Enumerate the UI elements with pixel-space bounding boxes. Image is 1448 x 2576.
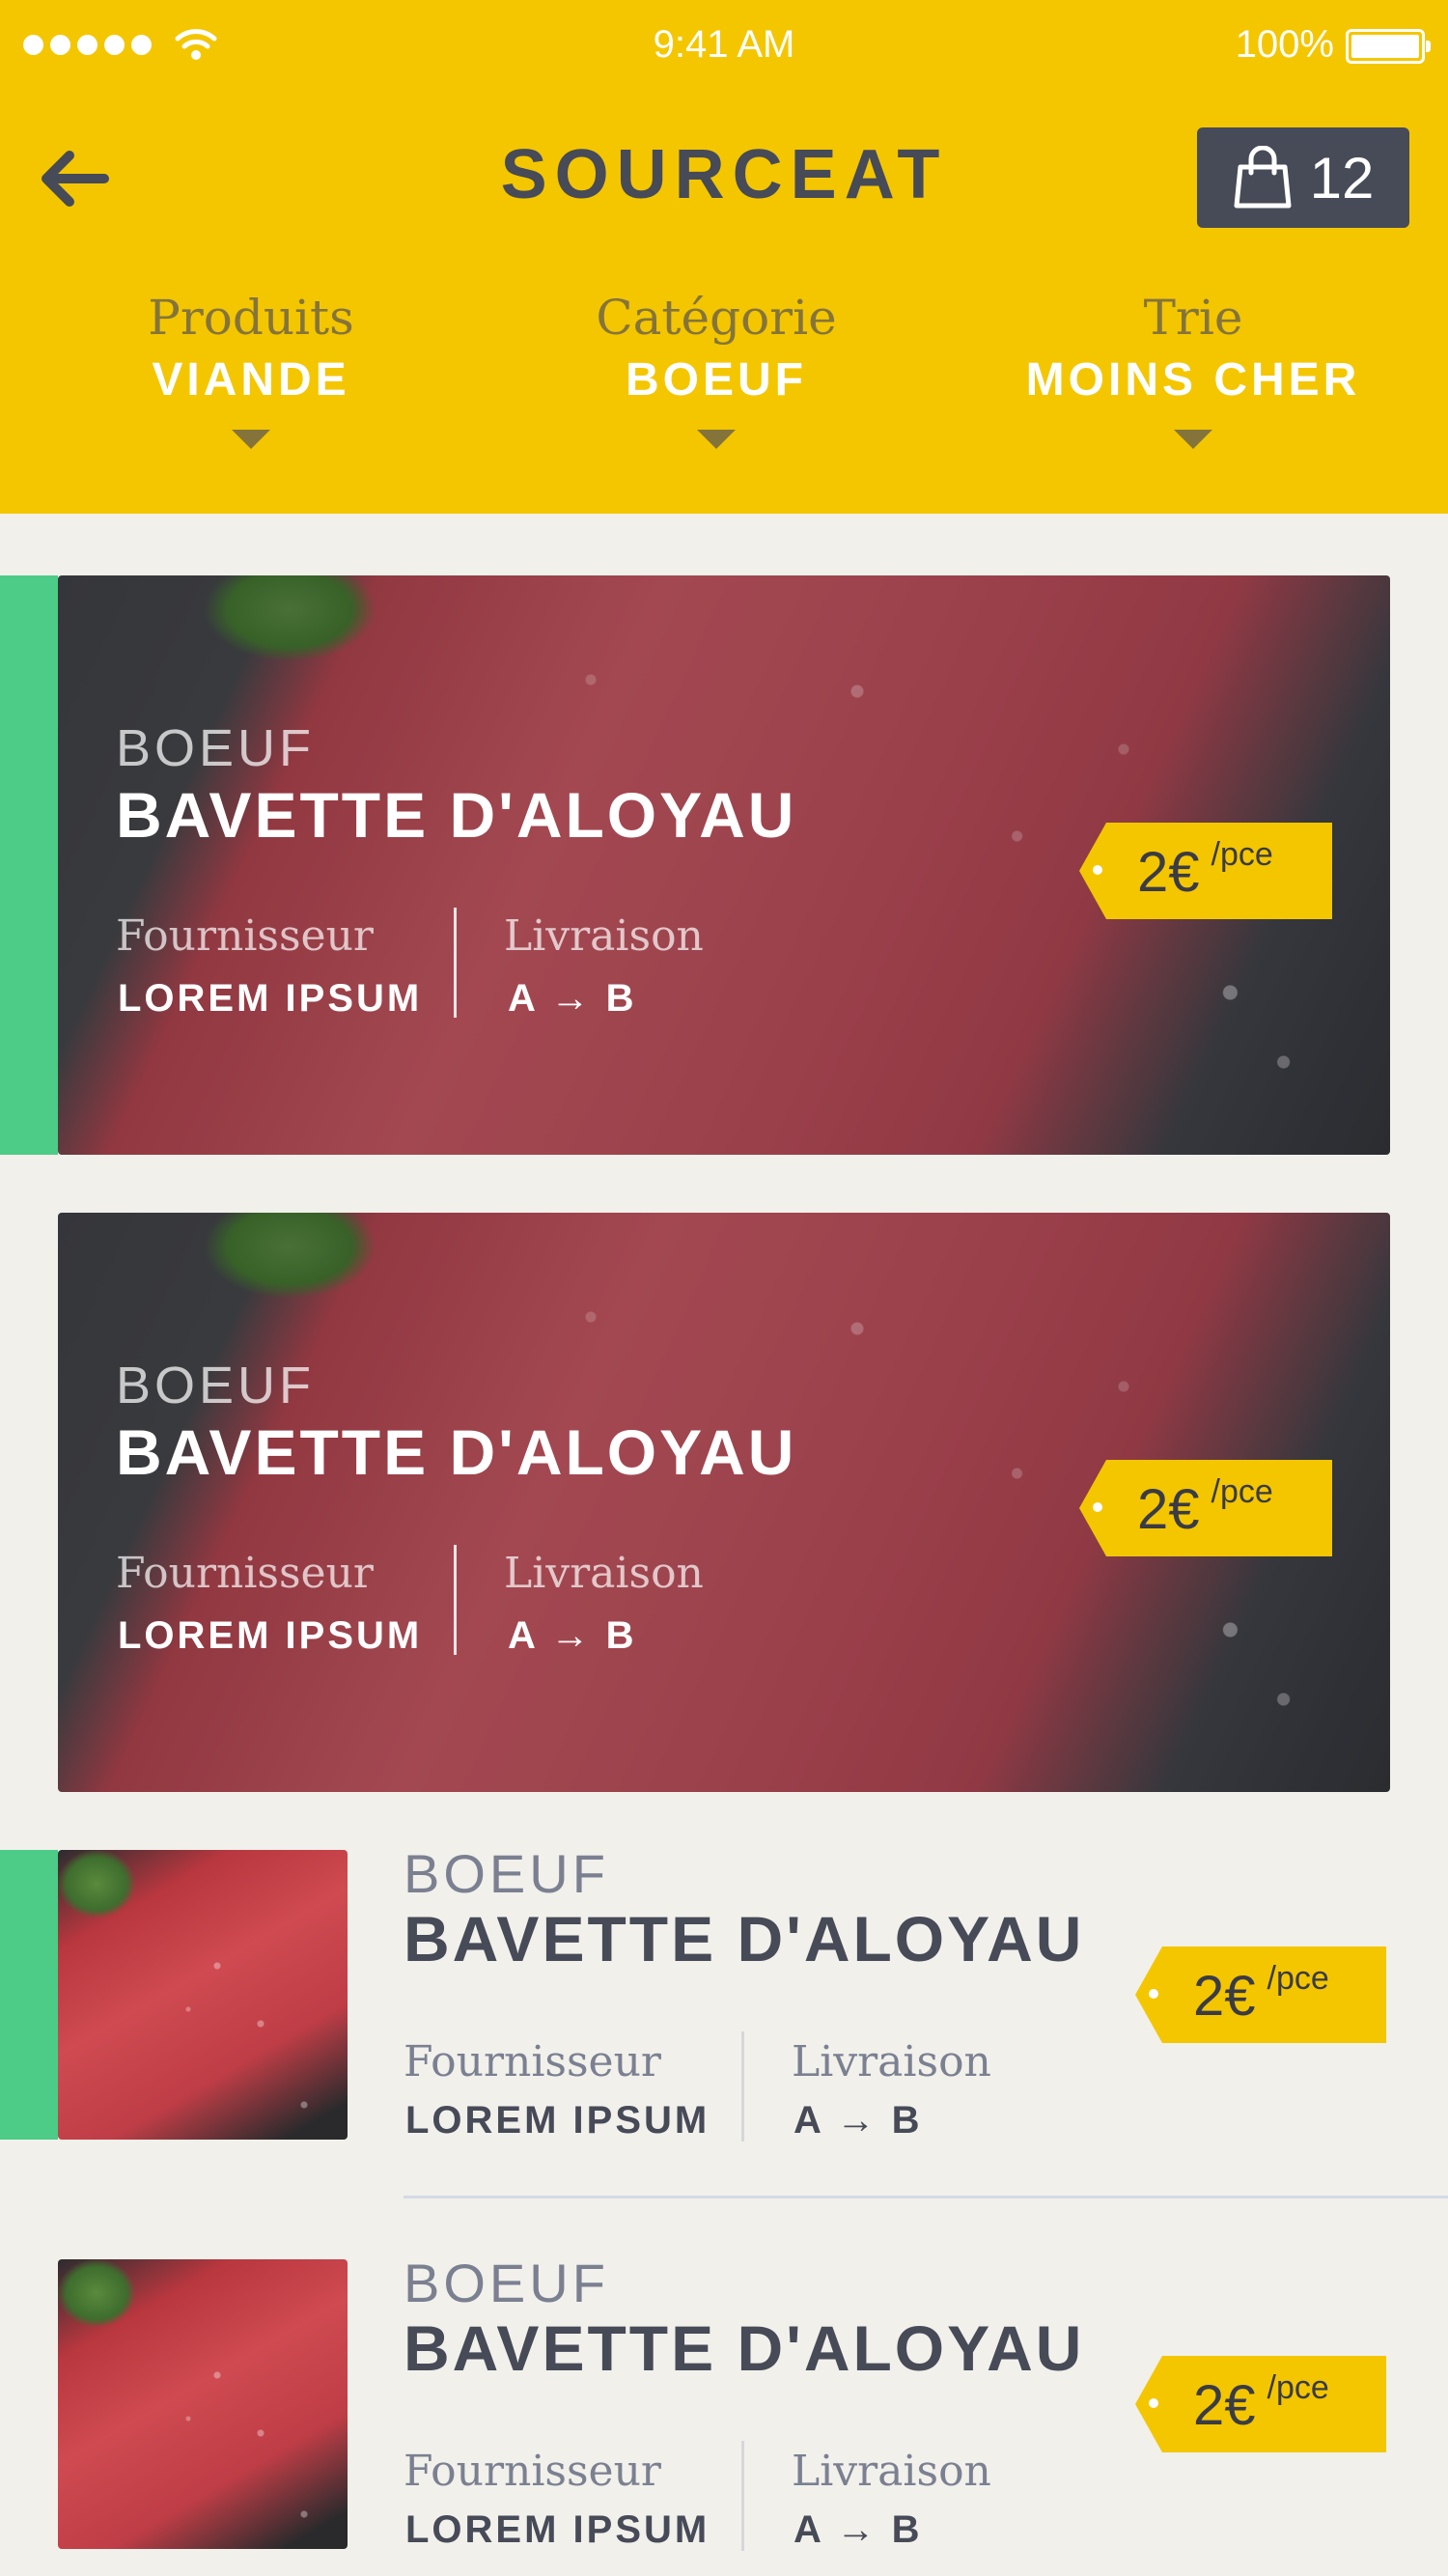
- highlight-accent: [0, 575, 58, 1155]
- price-tag: 2€ /pce: [1079, 1460, 1332, 1556]
- delivery-label: Livraison: [792, 2037, 991, 2086]
- price-value: 2€: [1137, 1478, 1200, 1541]
- battery-icon: [1346, 29, 1431, 64]
- battery-percent: 100%: [1235, 23, 1334, 66]
- price-unit: /pce: [1211, 1473, 1273, 1510]
- product-category: BOEUF: [116, 1357, 316, 1414]
- delivery-value: A → B: [794, 2508, 923, 2551]
- product-category: BOEUF: [404, 2253, 609, 2313]
- list-separator: [404, 2196, 1448, 2198]
- price-tag: 2€ /pce: [1079, 823, 1332, 919]
- delivery-label: Livraison: [504, 911, 704, 961]
- price-value: 2€: [1193, 1965, 1256, 2028]
- delivery-label: Livraison: [792, 2447, 991, 2496]
- product-thumbnail: [58, 2259, 348, 2549]
- caret-down-icon: [232, 430, 270, 449]
- divider: [741, 2031, 744, 2142]
- highlight-accent: [0, 1850, 58, 2140]
- divider: [454, 908, 457, 1018]
- product-name: BAVETTE D'ALOYAU: [116, 779, 797, 851]
- app-header: 9:41 AM 100% SOURCEAT 12 Produits VIANDE…: [0, 0, 1448, 514]
- product-card[interactable]: BOEUF BAVETTE D'ALOYAU Fournisseur LOREM…: [58, 1213, 1390, 1792]
- product-thumbnail: [58, 1850, 348, 2140]
- supplier-label: Fournisseur: [116, 1549, 374, 1598]
- status-bar: 9:41 AM 100%: [0, 0, 1448, 93]
- delivery-value: A → B: [508, 1614, 637, 1657]
- cart-count: 12: [1309, 145, 1375, 210]
- filter-category[interactable]: Catégorie BOEUF: [504, 290, 929, 449]
- product-card[interactable]: BOEUF BAVETTE D'ALOYAU Fournisseur LOREM…: [58, 575, 1390, 1155]
- filter-products-value: VIANDE: [152, 354, 350, 406]
- supplier-label: Fournisseur: [404, 2447, 661, 2496]
- filter-products-label: Produits: [148, 290, 354, 346]
- filter-sort[interactable]: Trie MOINS CHER: [981, 290, 1406, 449]
- supplier-value: LOREM IPSUM: [405, 2099, 710, 2142]
- price-unit: /pce: [1267, 2369, 1329, 2406]
- supplier-label: Fournisseur: [116, 911, 374, 961]
- price-tag: 2€ /pce: [1135, 2356, 1386, 2452]
- status-time: 9:41 AM: [653, 23, 795, 66]
- delivery-value: A → B: [508, 977, 637, 1020]
- filter-category-label: Catégorie: [596, 290, 837, 346]
- filter-sort-value: MOINS CHER: [1025, 354, 1361, 406]
- delivery-label: Livraison: [504, 1549, 704, 1598]
- product-category: BOEUF: [116, 719, 316, 777]
- supplier-value: LOREM IPSUM: [118, 1614, 423, 1657]
- caret-down-icon: [697, 430, 736, 449]
- product-name: BAVETTE D'ALOYAU: [404, 2312, 1085, 2384]
- price-tag: 2€ /pce: [1135, 1946, 1386, 2043]
- divider: [454, 1545, 457, 1655]
- price-unit: /pce: [1211, 836, 1273, 873]
- delivery-value: A → B: [794, 2099, 923, 2142]
- price-value: 2€: [1137, 841, 1200, 904]
- filter-products[interactable]: Produits VIANDE: [39, 290, 463, 449]
- price-value: 2€: [1193, 2374, 1256, 2437]
- price-unit: /pce: [1267, 1960, 1329, 1997]
- product-category: BOEUF: [404, 1843, 609, 1904]
- product-name: BAVETTE D'ALOYAU: [404, 1903, 1085, 1974]
- product-name: BAVETTE D'ALOYAU: [116, 1416, 797, 1488]
- filter-bar: Produits VIANDE Catégorie BOEUF Trie MOI…: [0, 290, 1448, 483]
- supplier-label: Fournisseur: [404, 2037, 661, 2086]
- supplier-value: LOREM IPSUM: [118, 977, 423, 1020]
- shopping-bag-icon: [1234, 146, 1292, 209]
- filter-sort-label: Trie: [1143, 290, 1243, 346]
- caret-down-icon: [1174, 430, 1212, 449]
- supplier-value: LOREM IPSUM: [405, 2508, 710, 2551]
- filter-category-value: BOEUF: [626, 354, 807, 406]
- divider: [741, 2441, 744, 2551]
- cart-button[interactable]: 12: [1197, 127, 1409, 228]
